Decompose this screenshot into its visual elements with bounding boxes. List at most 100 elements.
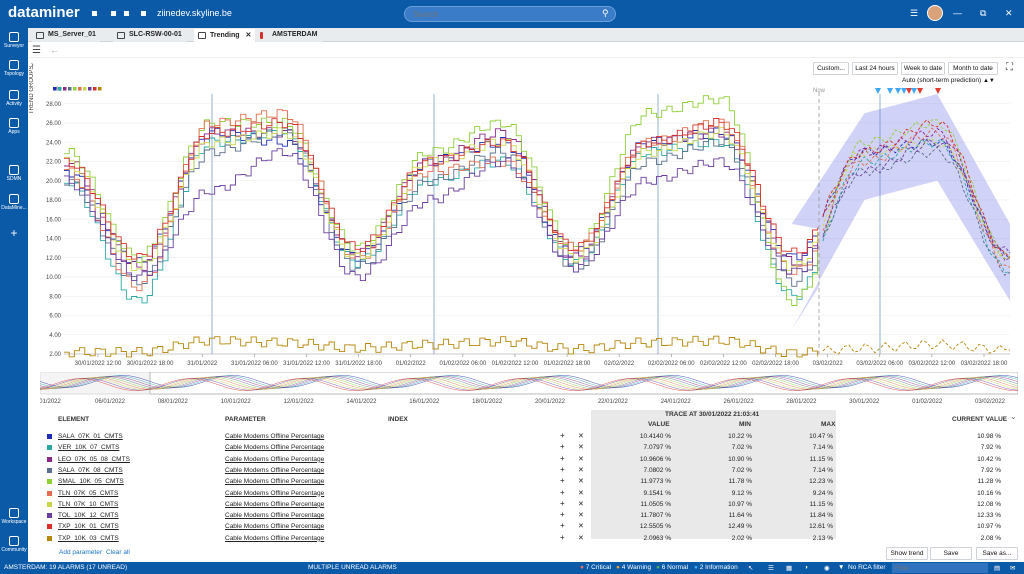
color-swatch[interactable] (47, 434, 52, 439)
alarm-summary[interactable]: AMSTERDAM: 19 ALARMS (17 UNREAD) (4, 564, 127, 571)
cast-icon[interactable]: ☰ (910, 8, 918, 19)
add-parameter-link[interactable]: Add parameter (59, 549, 102, 556)
remove-icon[interactable]: ✕ (578, 489, 584, 497)
color-swatch[interactable] (47, 479, 52, 485)
remove-icon[interactable]: ✕ (578, 511, 584, 519)
tab-ms-server-01[interactable]: MS_Server_01 (32, 29, 100, 42)
trend-groups-label[interactable]: TREND GROUPS (29, 60, 39, 120)
sidebar-item-workspace[interactable]: Workspace (0, 508, 28, 525)
element-link[interactable]: TOL_10K_12_CMTS (58, 512, 119, 519)
tab-amsterdam[interactable]: AMSTERDAM (256, 29, 322, 42)
color-swatch[interactable] (47, 513, 52, 519)
remove-icon[interactable]: ✕ (578, 455, 584, 463)
parameter-link[interactable]: Cable Modems Offline Percentage (225, 501, 324, 508)
parameter-link[interactable]: Cable Modems Offline Percentage (225, 433, 324, 440)
sidebar-item-sdmn[interactable]: SDMN (0, 165, 28, 182)
parameter-link[interactable]: Cable Modems Offline Percentage (225, 523, 324, 530)
color-swatch[interactable] (47, 445, 52, 451)
table-row[interactable]: LEO_07K_05_08_CMTS Cable Modems Offline P… (40, 454, 1024, 465)
sidebar-item-add[interactable]: + (0, 226, 28, 241)
target-icon[interactable]: ◉ (824, 564, 830, 572)
hamburger-icon[interactable]: ☰ (32, 45, 41, 56)
parameter-link[interactable]: Cable Modems Offline Percentage (225, 490, 324, 497)
chat-icon[interactable]: ✉ (1010, 564, 1015, 572)
add-icon[interactable]: + (560, 465, 565, 474)
remove-icon[interactable]: ✕ (578, 500, 584, 508)
add-icon[interactable]: + (560, 454, 565, 463)
remove-icon[interactable]: ✕ (578, 522, 584, 530)
window-icon[interactable] (141, 11, 146, 16)
filter-input[interactable] (892, 563, 988, 573)
warning-count[interactable]: ● 4 Warning (616, 564, 651, 571)
window-icon[interactable] (111, 11, 116, 16)
color-swatch[interactable] (47, 535, 52, 541)
table-row[interactable]: TOL_10K_12_CMTS Cable Modems Offline Perc… (40, 510, 1024, 521)
color-swatch[interactable] (47, 456, 52, 462)
element-link[interactable]: TLN_07K_10_CMTS (58, 501, 118, 508)
add-icon[interactable]: + (560, 488, 565, 497)
show-trend-button[interactable]: Show trend (886, 547, 928, 560)
layout-icon[interactable]: ▤ (994, 564, 1000, 572)
table-row[interactable]: TXP_10K_03_CMTS Cable Modems Offline Perc… (40, 533, 1024, 544)
table-row[interactable]: TLN_07K_05_CMTS Cable Modems Offline Perc… (40, 488, 1024, 499)
parameter-link[interactable]: Cable Modems Offline Percentage (225, 456, 324, 463)
custom-range-button[interactable]: Custom... (813, 62, 849, 75)
minimize-icon[interactable]: — (953, 8, 962, 18)
sidebar-item-apps[interactable]: Apps (0, 118, 28, 135)
parameter-link[interactable]: Cable Modems Offline Percentage (225, 467, 324, 474)
week-to-date-button[interactable]: Week to date (901, 62, 945, 75)
month-to-date-button[interactable]: Month to date (948, 62, 998, 75)
element-link[interactable]: TLN_07K_05_CMTS (58, 490, 118, 497)
window-icon[interactable] (124, 11, 129, 16)
color-swatch[interactable] (47, 501, 52, 507)
critical-count[interactable]: ● 7 Critical (580, 564, 611, 571)
parameter-link[interactable]: Cable Modems Offline Percentage (225, 512, 324, 519)
add-icon[interactable]: + (560, 521, 565, 530)
color-swatch[interactable] (47, 524, 52, 530)
fullscreen-icon[interactable]: ⛶ (1006, 62, 1013, 73)
sidebar-item-surveyor[interactable]: Surveyor (0, 32, 28, 49)
remove-icon[interactable]: ✕ (578, 443, 584, 451)
sidebar-item-activity[interactable]: Activity (0, 90, 28, 107)
element-link[interactable]: SALA_07K_08_CMTS (58, 467, 123, 474)
sidebar-item-datamine[interactable]: DataMine... (0, 194, 28, 211)
search-input[interactable] (404, 6, 616, 22)
grid-icon[interactable]: ▦ (786, 564, 792, 572)
add-icon[interactable]: + (560, 431, 565, 440)
information-count[interactable]: ● 2 Information (694, 564, 738, 571)
table-row[interactable]: SALA_07K_08_CMTS Cable Modems Offline Per… (40, 465, 1024, 476)
prediction-selector[interactable]: Auto (short-term prediction) ▲▼ (902, 77, 995, 84)
remove-icon[interactable]: ✕ (578, 534, 584, 542)
sidebar-item-community[interactable]: Community (0, 536, 28, 553)
window-icon[interactable] (92, 11, 97, 16)
tab-slc-rsw-00-01[interactable]: SLC-RSW-00-01 (113, 29, 186, 42)
parameter-link[interactable]: Cable Modems Offline Percentage (225, 535, 324, 542)
add-icon[interactable]: + (560, 533, 565, 542)
tab-trending[interactable]: Trending ✕ (194, 29, 256, 42)
back-icon[interactable]: ← (50, 45, 59, 55)
remove-icon[interactable]: ✕ (578, 466, 584, 474)
avatar[interactable] (927, 5, 943, 21)
remove-icon[interactable]: ✕ (578, 477, 584, 485)
color-swatch[interactable] (47, 467, 52, 473)
restore-icon[interactable]: ⧉ (980, 8, 986, 19)
element-link[interactable]: SALA_07K_01_CMTS (58, 433, 123, 440)
save-button[interactable]: Save (930, 547, 972, 560)
table-row[interactable]: VER_10K_07_CMTS Cable Modems Offline Perc… (40, 442, 1024, 453)
add-icon[interactable]: + (560, 476, 565, 485)
element-link[interactable]: TXP_10K_01_CMTS (58, 523, 119, 530)
table-row[interactable]: SALA_07K_01_CMTS Cable Modems Offline Per… (40, 431, 1024, 442)
parameter-link[interactable]: Cable Modems Offline Percentage (225, 444, 324, 451)
last-24-hours-button[interactable]: Last 24 hours (852, 62, 898, 75)
add-icon[interactable]: + (560, 499, 565, 508)
element-link[interactable]: VER_10K_07_CMTS (58, 444, 119, 451)
search-icon[interactable]: ⚲ (602, 8, 609, 19)
close-tab-icon[interactable]: ✕ (244, 32, 252, 39)
clear-all-link[interactable]: Clear all (106, 549, 130, 556)
unread-alarms-notice[interactable]: MULTIPLE UNREAD ALARMS (308, 564, 397, 571)
filter-icon[interactable]: ▼ (838, 564, 844, 571)
pie-icon[interactable]: ◑ (804, 564, 808, 571)
table-row[interactable]: SMAL_10K_05_CMTS Cable Modems Offline Per… (40, 476, 1024, 487)
chart-icon[interactable]: ↖ (748, 564, 753, 572)
add-icon[interactable]: + (560, 442, 565, 451)
